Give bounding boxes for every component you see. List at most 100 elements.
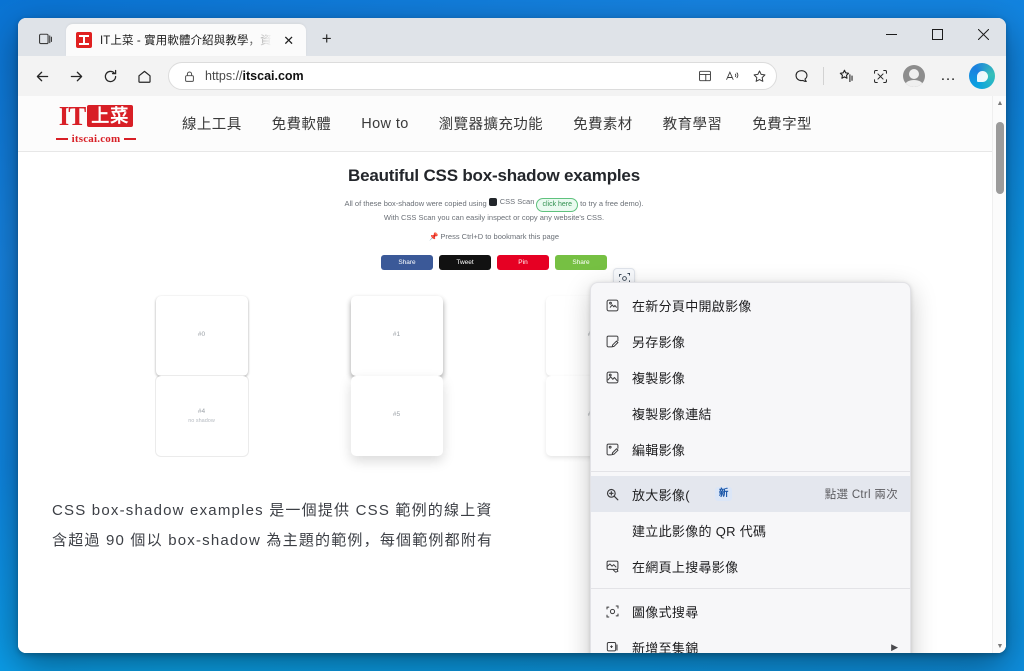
shadow-card[interactable]: #5 <box>351 376 443 456</box>
tab-close-icon[interactable]: ✕ <box>280 31 298 49</box>
logo-box-text: 上菜 <box>87 105 133 127</box>
title-bar: IT上菜 - 實用軟體介紹與教學，資 ✕ + <box>18 18 1006 56</box>
web-content-area: IT 上菜 itscai.com 線上工具 免費軟體 How to 瀏覽器擴充功… <box>18 96 1006 653</box>
refresh-button[interactable] <box>94 60 126 92</box>
close-button[interactable] <box>960 18 1006 50</box>
shadow-card[interactable]: #0 <box>156 296 248 376</box>
card-label: #0 <box>198 331 205 338</box>
site-logo[interactable]: IT 上菜 itscai.com <box>36 103 156 145</box>
menu-item-edit-image[interactable]: 編輯影像 <box>591 431 910 467</box>
edit-image-icon <box>603 440 621 458</box>
scroll-up-arrow[interactable]: ▲ <box>993 96 1006 110</box>
nav-item-education[interactable]: 教育學習 <box>663 113 723 134</box>
menu-item-label: 圖像式搜尋 <box>632 602 699 621</box>
nav-item-free-software[interactable]: 免費軟體 <box>272 113 332 134</box>
menu-item-copy-image-link[interactable]: 複製影像連結 <box>591 395 910 431</box>
pin-icon: 📌 <box>429 232 438 241</box>
share-pinterest-button[interactable]: Pin <box>497 255 549 270</box>
back-button[interactable] <box>26 60 58 92</box>
copilot-icon[interactable] <box>966 60 998 92</box>
menu-item-label: 在網頁上搜尋影像 <box>632 557 738 576</box>
menu-item-label: 新增至集錦 <box>632 638 699 654</box>
address-bar-actions <box>692 64 772 88</box>
menu-item-copy-image[interactable]: 複製影像 <box>591 359 910 395</box>
home-button[interactable] <box>128 60 160 92</box>
site-header: IT 上菜 itscai.com 線上工具 免費軟體 How to 瀏覽器擴充功… <box>18 96 992 152</box>
menu-item-search-web-for-image[interactable]: 在網頁上搜尋影像 <box>591 548 910 584</box>
browser-tab[interactable]: IT上菜 - 實用軟體介紹與教學，資 ✕ <box>66 24 306 56</box>
menu-item-visual-search[interactable]: 圖像式搜尋 <box>591 593 910 629</box>
shadow-card[interactable]: #1 <box>351 296 443 376</box>
menu-item-label: 另存影像 <box>632 332 685 351</box>
menu-item-magnify-image[interactable]: 放大影像( 新 點選 Ctrl 兩次 <box>591 476 910 512</box>
menu-item-label: 複製影像 <box>632 368 685 387</box>
embed-sub-line2: With CSS Scan you can easily inspect or … <box>384 213 604 222</box>
search-web-image-icon <box>603 557 621 575</box>
window-controls <box>868 18 1006 56</box>
profile-avatar[interactable] <box>898 60 930 92</box>
minimize-button[interactable] <box>868 18 914 50</box>
menu-item-open-image-in-new-tab[interactable]: 在新分頁中開啟影像 <box>591 287 910 323</box>
menu-item-save-image-as[interactable]: 另存影像 <box>591 323 910 359</box>
share-facebook-button[interactable]: Share <box>381 255 433 270</box>
card-label: #1 <box>393 331 400 338</box>
magnify-image-icon <box>603 485 621 503</box>
settings-and-more-button[interactable]: … <box>932 60 964 92</box>
navigation-toolbar: https://itscai.com <box>18 56 1006 96</box>
split-screen-icon[interactable] <box>692 64 718 88</box>
nav-item-free-assets[interactable]: 免費素材 <box>573 113 633 134</box>
new-tab-button[interactable]: + <box>312 23 342 53</box>
read-aloud-icon[interactable] <box>719 64 745 88</box>
collections-icon[interactable] <box>830 60 862 92</box>
url-text: https://itscai.com <box>205 69 692 83</box>
embed-subtitle: All of these box-shadow were copied usin… <box>94 196 894 224</box>
css-scan-icon <box>489 198 497 206</box>
menu-item-add-to-collections[interactable]: 新增至集錦 ▶ <box>591 629 910 653</box>
menu-item-label: 複製影像連結 <box>632 404 712 423</box>
nav-item-how-to[interactable]: How to <box>361 116 409 132</box>
share-twitter-button[interactable]: Tweet <box>439 255 491 270</box>
shadow-card[interactable]: #4 no shadow <box>156 376 248 456</box>
copilot-sidebar-icon[interactable] <box>785 60 817 92</box>
menu-item-label: 編輯影像 <box>632 440 685 459</box>
collections-icon[interactable] <box>28 23 62 53</box>
logo-it-text: IT <box>59 103 86 130</box>
click-here-pill[interactable]: click here <box>536 198 578 212</box>
css-scan-label: CSS Scan <box>500 196 535 208</box>
bookmark-hint: 📌 Press Ctrl+D to bookmark this page <box>94 232 894 241</box>
site-nav: 線上工具 免費軟體 How to 瀏覽器擴充功能 免費素材 教育學習 免費字型 <box>182 113 812 134</box>
forward-button[interactable] <box>60 60 92 92</box>
share-buttons: Share Tweet Pin Share <box>94 255 894 270</box>
embed-sub-text-a: All of these box-shadow were copied usin… <box>345 199 487 208</box>
lock-icon <box>181 68 197 84</box>
share-generic-button[interactable]: Share <box>555 255 607 270</box>
address-bar[interactable]: https://itscai.com <box>168 62 777 90</box>
tab-strip: IT上菜 - 實用軟體介紹與教學，資 ✕ + <box>18 18 342 56</box>
screenshot-icon[interactable] <box>864 60 896 92</box>
add-to-collections-icon <box>603 638 621 653</box>
maximize-button[interactable] <box>914 18 960 50</box>
card-label: #4 <box>198 408 205 415</box>
scroll-down-arrow[interactable]: ▼ <box>993 639 1006 653</box>
menu-item-shortcut: 點選 Ctrl 兩次 <box>825 486 898 502</box>
save-image-icon <box>603 332 621 350</box>
menu-item-label: 在新分頁中開啟影像 <box>632 296 752 315</box>
new-badge: 新 <box>715 487 733 501</box>
css-scan-chip: CSS Scan <box>489 196 535 208</box>
menu-item-create-qr-code[interactable]: 建立此影像的 QR 代碼 <box>591 512 910 548</box>
nav-item-online-tools[interactable]: 線上工具 <box>182 113 242 134</box>
page-scrollbar[interactable]: ▲ ▼ <box>992 96 1006 653</box>
visual-search-icon <box>603 602 621 620</box>
logo-dash-left <box>56 138 68 140</box>
card-label: #5 <box>393 411 400 418</box>
nav-item-browser-extensions[interactable]: 瀏覽器擴充功能 <box>439 113 543 134</box>
nav-item-free-fonts[interactable]: 免費字型 <box>752 113 812 134</box>
card-sub: no shadow <box>188 418 215 424</box>
scrollbar-thumb[interactable] <box>996 122 1004 194</box>
menu-item-label: 建立此影像的 QR 代碼 <box>632 521 766 540</box>
favorite-star-icon[interactable] <box>746 64 772 88</box>
menu-item-label: 放大影像( <box>632 485 690 504</box>
bookmark-hint-text: Press Ctrl+D to bookmark this page <box>440 232 559 241</box>
logo-dash-right <box>124 138 136 140</box>
open-in-new-tab-icon <box>603 296 621 314</box>
